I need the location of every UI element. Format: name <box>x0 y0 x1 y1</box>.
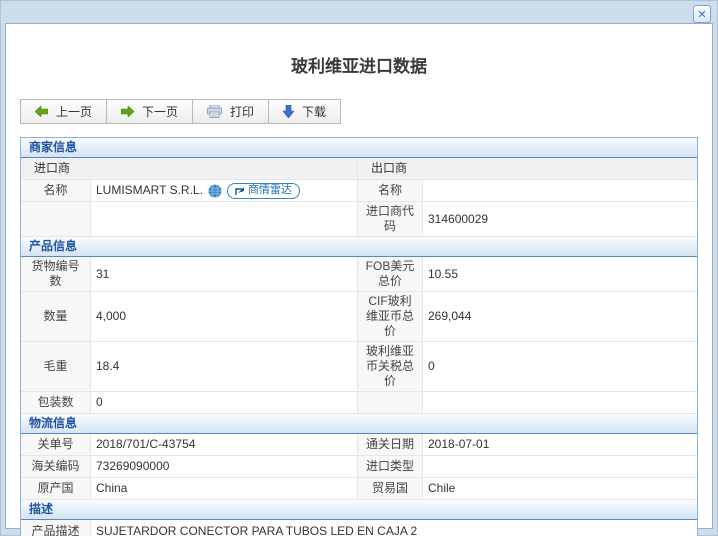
arrow-down-icon <box>283 105 295 118</box>
product-row-value: 4,000 <box>91 292 358 342</box>
radar-badge-label: 商情雷达 <box>247 184 292 196</box>
importer-name-value: LUMISMART S.R.L. <box>96 183 203 197</box>
importer-name-label: 名称 <box>21 180 91 202</box>
next-page-label: 下一页 <box>142 105 179 119</box>
product-row-value: 0 <box>423 342 697 392</box>
next-page-button[interactable]: 下一页 <box>106 99 194 124</box>
logistics-row-value: Chile <box>423 478 697 500</box>
radar-icon <box>235 186 245 196</box>
description-value: SUJETARDOR CONECTOR PARA TUBOS LED EN CA… <box>91 520 697 536</box>
section-header-product: 产品信息 <box>21 237 697 257</box>
exporter-name-label: 名称 <box>358 180 423 202</box>
logistics-row-label: 原产国 <box>21 478 91 500</box>
printer-icon <box>207 105 222 118</box>
radar-badge[interactable]: 商情雷达 <box>226 182 300 199</box>
product-row-label <box>358 392 423 414</box>
logistics-row-label: 关单号 <box>21 434 91 456</box>
product-row-label: 数量 <box>21 292 91 342</box>
description-row: 产品描述 SUJETARDOR CONECTOR PARA TUBOS LED … <box>21 520 697 536</box>
prev-page-button[interactable]: 上一页 <box>20 99 108 124</box>
print-label: 打印 <box>230 105 255 119</box>
section-header-description: 描述 <box>21 500 697 520</box>
logistics-row-label: 进口类型 <box>358 456 423 478</box>
table-row: 货物编号数 31 FOB美元总价 10.55 <box>21 257 697 292</box>
table-row: 原产国 China 贸易国 Chile <box>21 478 697 500</box>
merchant-subheader-row: 进口商 出口商 <box>21 158 697 180</box>
print-button[interactable]: 打印 <box>192 99 270 124</box>
section-header-merchant: 商家信息 <box>21 138 697 158</box>
logistics-row-value: 2018/701/C-43754 <box>91 434 358 456</box>
product-row-value: 269,044 <box>423 292 697 342</box>
product-row-label: 毛重 <box>21 342 91 392</box>
page-title: 玻利维亚进口数据 <box>291 57 427 76</box>
download-label: 下载 <box>302 105 327 119</box>
product-row-label: 包装数 <box>21 392 91 414</box>
table-row: 毛重 18.4 玻利维亚币关税总价 0 <box>21 342 697 392</box>
importer-name-cell: LUMISMART S.R.L. 商情雷达 <box>91 180 358 202</box>
importer-code-value: 314600029 <box>423 202 697 237</box>
import-data-dialog: ✕ 玻利维亚进口数据 上一页 下一页 打印 下载 商家信息 进口商 出口商 名称… <box>0 0 718 536</box>
section-header-logistics: 物流信息 <box>21 414 697 434</box>
empty-value-cell <box>91 202 358 237</box>
product-row-value: 10.55 <box>423 257 697 292</box>
logistics-row-value: China <box>91 478 358 500</box>
toolbar: 上一页 下一页 打印 下载 <box>20 99 698 124</box>
product-row-label: FOB美元总价 <box>358 257 423 292</box>
merchant-name-row: 名称 LUMISMART S.R.L. 商情雷达 名称 <box>21 180 697 202</box>
logistics-row-label: 贸易国 <box>358 478 423 500</box>
merchant-code-row: 进口商代码 314600029 <box>21 202 697 237</box>
arrow-right-icon <box>121 106 135 117</box>
prev-page-label: 上一页 <box>56 105 93 119</box>
table-row: 海关编码 73269090000 进口类型 <box>21 456 697 478</box>
logistics-row-label: 海关编码 <box>21 456 91 478</box>
close-icon[interactable]: ✕ <box>693 5 711 23</box>
exporter-name-value <box>423 180 697 202</box>
arrow-left-icon <box>35 106 48 117</box>
product-row-label: 货物编号数 <box>21 257 91 292</box>
product-row-label: 玻利维亚币关税总价 <box>358 342 423 392</box>
dialog-content-panel: 玻利维亚进口数据 上一页 下一页 打印 下载 商家信息 进口商 出口商 名称 L… <box>5 23 713 536</box>
logistics-row-value: 2018-07-01 <box>423 434 697 456</box>
table-row: 包装数 0 <box>21 392 697 414</box>
logistics-row-value: 73269090000 <box>91 456 358 478</box>
detail-table: 商家信息 进口商 出口商 名称 LUMISMART S.R.L. 商情雷达 名称… <box>20 137 698 536</box>
importer-code-label: 进口商代码 <box>358 202 423 237</box>
product-row-value <box>423 392 697 414</box>
empty-label-cell <box>21 202 91 237</box>
product-row-value: 0 <box>91 392 358 414</box>
importer-subheader: 进口商 <box>21 158 358 180</box>
table-row: 关单号 2018/701/C-43754 通关日期 2018-07-01 <box>21 434 697 456</box>
logistics-row-label: 通关日期 <box>358 434 423 456</box>
globe-icon[interactable] <box>208 183 222 198</box>
exporter-subheader: 出口商 <box>358 158 697 180</box>
logistics-row-value <box>423 456 697 478</box>
product-row-value: 31 <box>91 257 358 292</box>
product-row-label: CIF玻利维亚币总价 <box>358 292 423 342</box>
download-button[interactable]: 下载 <box>268 99 342 124</box>
table-row: 数量 4,000 CIF玻利维亚币总价 269,044 <box>21 292 697 342</box>
product-row-value: 18.4 <box>91 342 358 392</box>
description-label: 产品描述 <box>21 520 91 536</box>
